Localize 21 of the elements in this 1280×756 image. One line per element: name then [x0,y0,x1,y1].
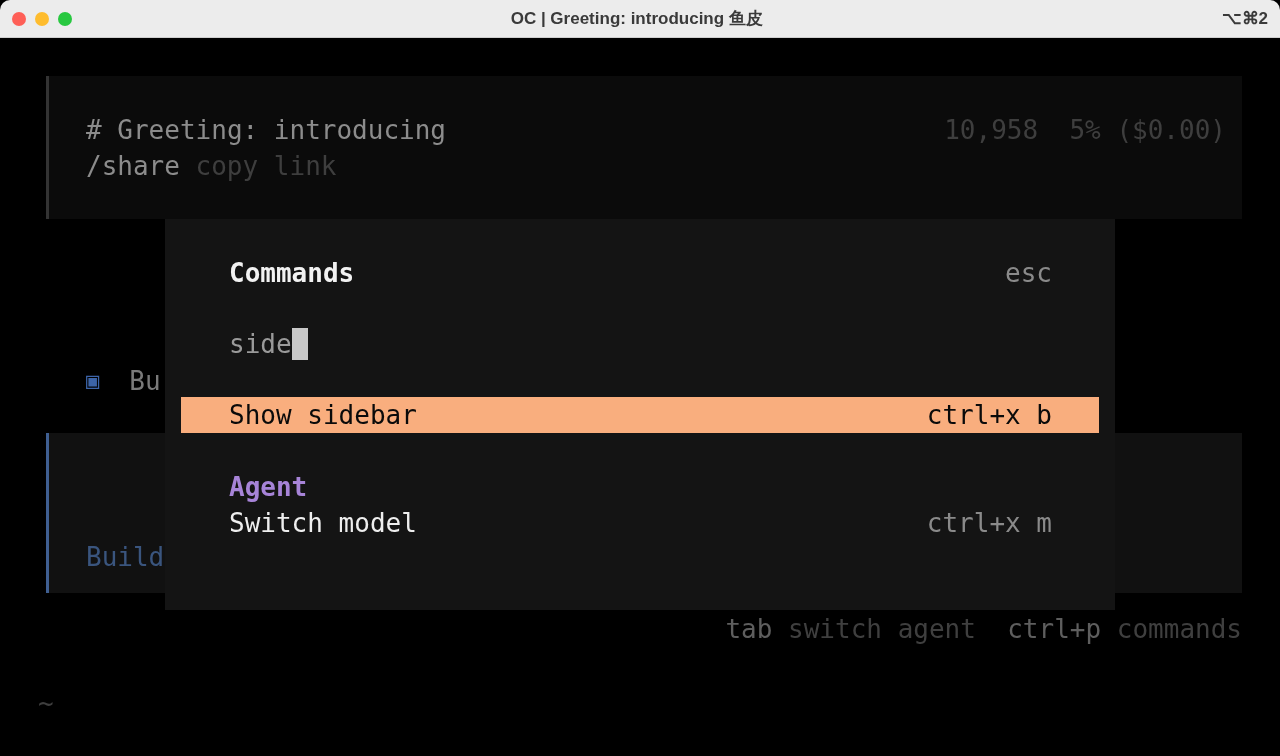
esc-hint[interactable]: esc [1005,255,1052,291]
search-query[interactable]: side [229,326,292,362]
status-icon: ▣ [86,363,100,399]
minimize-icon[interactable] [35,11,49,26]
command-item[interactable]: Switch model ctrl+x m [181,505,1099,541]
group-heading: Agent [228,471,309,504]
shortcut-label: commands [1116,613,1242,646]
shortcut-key: ctrl+p [1007,611,1102,647]
agent-label: Build [86,542,165,572]
shortcut-label: switch agent [788,613,976,646]
command-item[interactable]: Show sidebar ctrl+x b [181,397,1099,433]
window-title: OC | Greeting: introducing 鱼皮 [510,9,763,28]
session-title: # Greeting: introducing [86,114,447,147]
close-icon[interactable] [12,11,26,26]
window-shortcut: ⌥⌘2 [1221,8,1268,29]
status-text: Bu [129,365,161,398]
shortcut-key: tab [725,611,773,647]
shell-prompt: ~ [38,688,54,718]
share-command[interactable]: /share [86,148,180,184]
maximize-icon[interactable] [58,11,72,26]
dialog-title: Commands [229,257,355,290]
